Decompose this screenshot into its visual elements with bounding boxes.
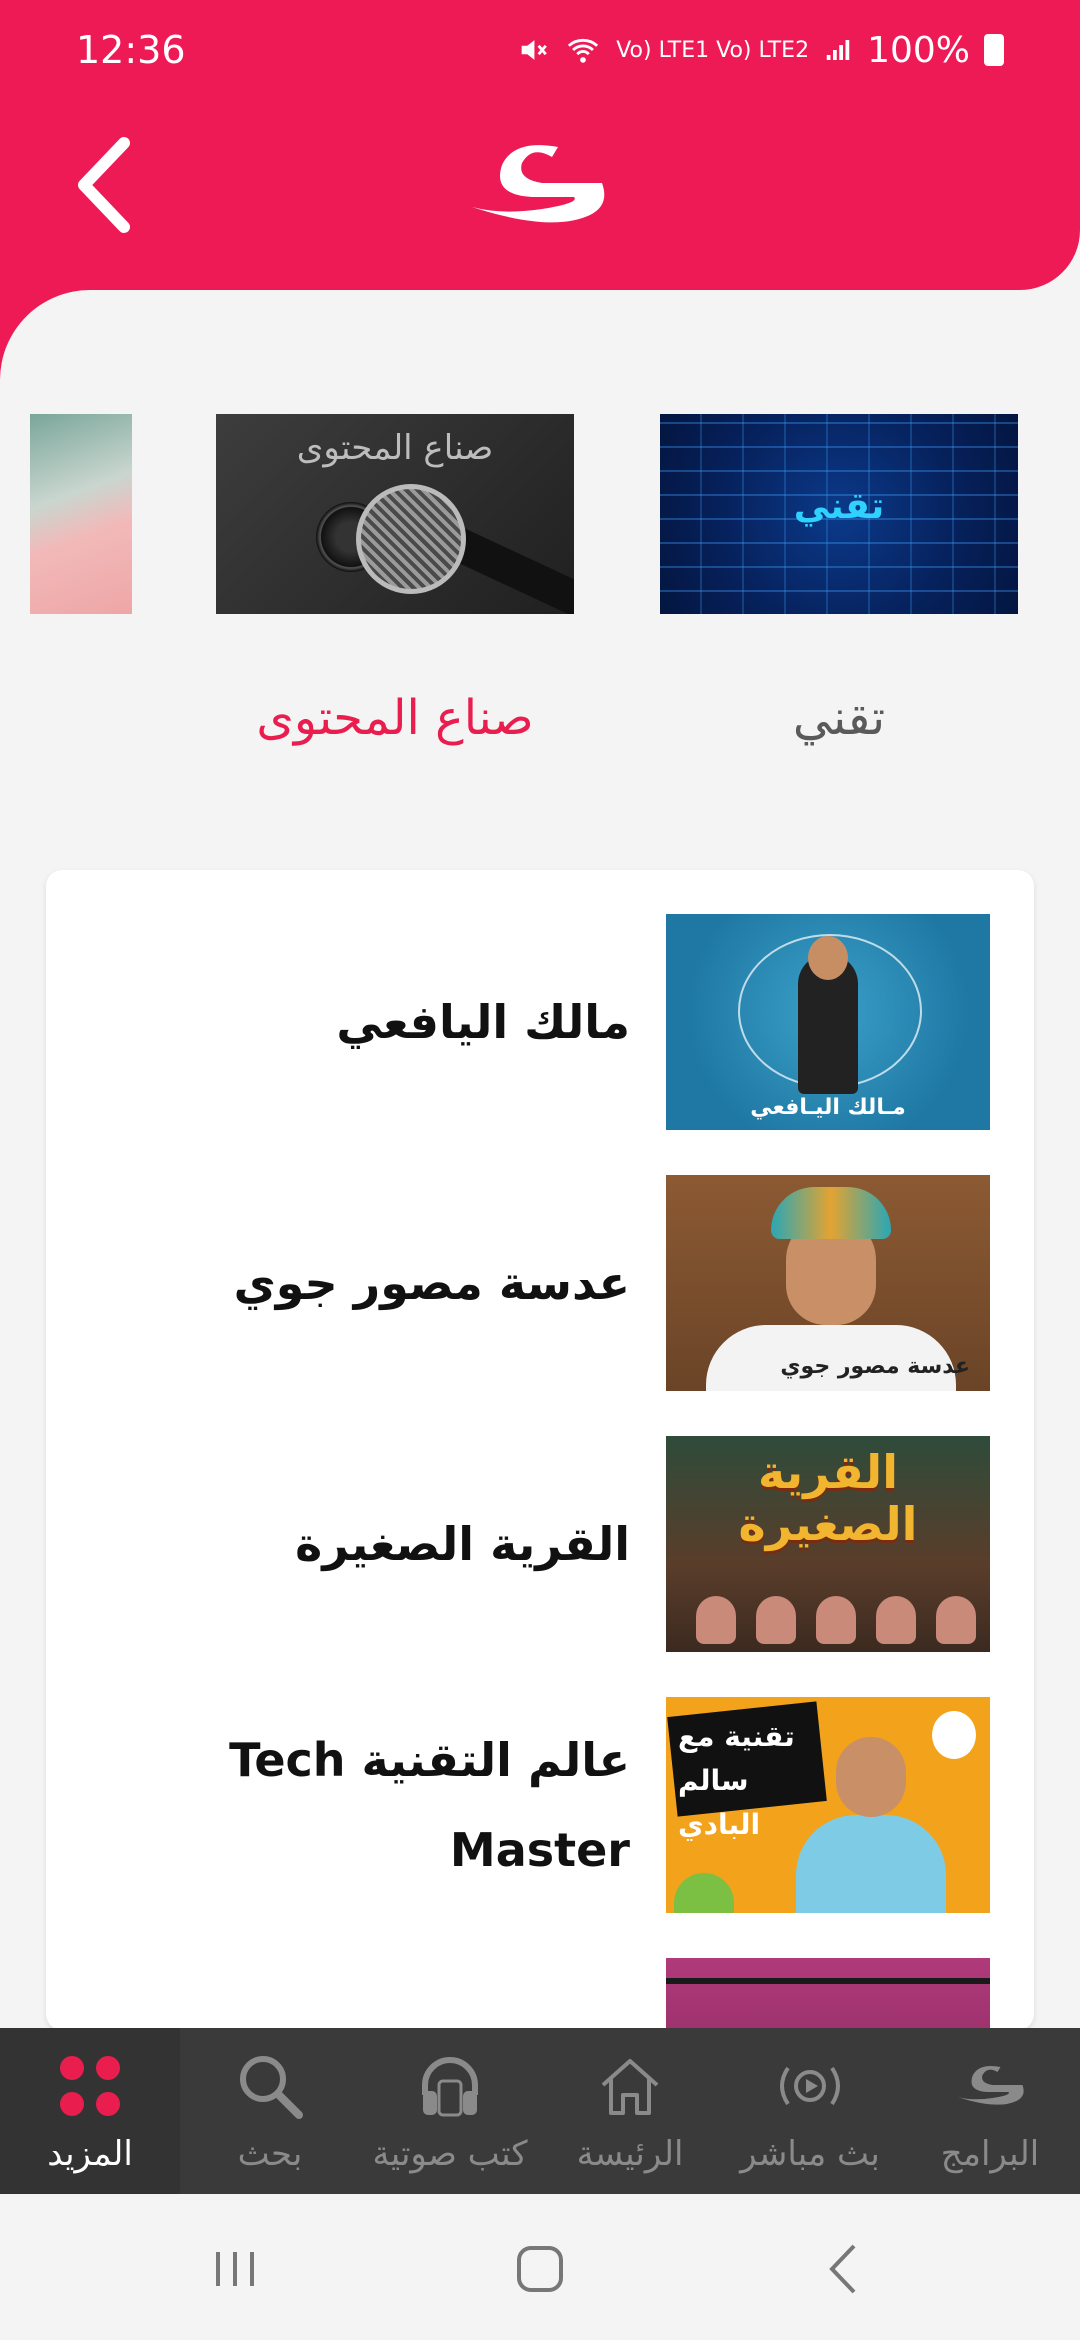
category-card-creators[interactable]: صناع المحتوى <box>216 414 574 614</box>
brand-logo <box>462 135 612 235</box>
thumbnail-caption: تقنية مع سالم البادي <box>678 1720 795 1841</box>
nav-label: بث مباشر <box>740 2134 880 2174</box>
program-thumbnail: مـالك اليـافعي <box>666 914 990 1130</box>
headphones-icon <box>422 2057 478 2117</box>
status-time: 12:36 <box>76 28 186 72</box>
more-dots-icon <box>60 2056 120 2116</box>
program-thumbnail: تقنية مع سالم البادي <box>666 1697 990 1913</box>
nav-label: الرئيسة <box>576 2134 684 2174</box>
list-item[interactable]: مـالك اليـافعي مالك اليافعي <box>46 914 1034 1130</box>
list-item[interactable]: القرية الصغيرة القرية الصغيرة <box>46 1436 1034 1652</box>
search-icon <box>240 2056 303 2119</box>
back-nav-icon[interactable] <box>810 2234 880 2304</box>
category-image-text: تقني <box>793 486 885 527</box>
bottom-navigation: البرامج بث مباشر الرئيسة كتب صوتية بحث ا… <box>0 2028 1080 2194</box>
nav-label: المزيد <box>47 2134 133 2174</box>
nav-label: كتب صوتية <box>372 2134 528 2174</box>
program-thumbnail: القرية الصغيرة <box>666 1436 990 1652</box>
android-logo-icon <box>674 1873 734 1913</box>
program-title: مالك اليافعي <box>336 995 630 1049</box>
nav-search[interactable]: بحث <box>180 2028 360 2194</box>
battery-percent: 100% <box>867 29 970 71</box>
back-button[interactable] <box>66 135 146 235</box>
status-indicators: Vo) LTE1 Vo) LTE2 100% <box>516 30 1004 71</box>
recent-apps-icon[interactable] <box>200 2234 270 2304</box>
nav-live[interactable]: بث مباشر <box>720 2028 900 2194</box>
thumbnail-caption: مـالك اليـافعي <box>750 1095 906 1120</box>
apple-logo-icon <box>932 1711 976 1759</box>
category-card-tech[interactable]: تقني <box>660 414 1018 614</box>
program-list: مـالك اليـافعي مالك اليافعي عدسة مصور جو… <box>46 870 1034 2030</box>
system-navigation <box>0 2194 1080 2340</box>
nav-label: البرامج <box>940 2134 1040 2174</box>
mute-icon <box>521 40 548 60</box>
category-label-creators[interactable]: صناع المحتوى <box>216 690 574 746</box>
signal-icon <box>826 40 850 60</box>
home-button-icon[interactable] <box>505 2234 575 2304</box>
battery-icon <box>984 34 1004 66</box>
nav-more[interactable]: المزيد <box>0 2028 180 2194</box>
microphone-head-graphic <box>356 484 466 594</box>
wifi-icon <box>568 38 599 63</box>
thumbnail-caption: عدسة مصور جوي <box>780 1354 970 1379</box>
program-thumbnail <box>666 1958 990 2030</box>
brand-logo-icon <box>472 145 605 223</box>
category-image-text: صناع المحتوى <box>296 428 494 468</box>
status-bar: 12:36 Vo) LTE1 Vo) LTE2 100% <box>0 0 1080 100</box>
nav-home[interactable]: الرئيسة <box>540 2028 720 2194</box>
nav-label: بحث <box>237 2134 303 2174</box>
program-title: عدسة مصور جوي <box>233 1256 630 1310</box>
programs-logo-icon <box>957 2066 1024 2105</box>
program-title: القرية الصغيرة <box>295 1517 630 1571</box>
live-broadcast-icon <box>780 2066 840 2106</box>
nav-programs[interactable]: البرامج <box>900 2028 1080 2194</box>
home-icon <box>601 2059 659 2115</box>
program-thumbnail: عدسة مصور جوي <box>666 1175 990 1391</box>
category-card-partial[interactable] <box>30 414 132 614</box>
chevron-left-icon <box>78 137 130 233</box>
network-label: Vo) LTE1 Vo) LTE2 <box>616 37 810 63</box>
list-item[interactable]: عدسة مصور جوي عدسة مصور جوي <box>46 1175 1034 1391</box>
thumbnail-caption: القرية الصغيرة <box>738 1445 918 1551</box>
nav-audiobooks[interactable]: كتب صوتية <box>360 2028 540 2194</box>
header-curve <box>0 290 180 470</box>
list-item[interactable]: تقنية مع سالم البادي عالم التقنية Tech M… <box>46 1697 1034 1913</box>
list-item[interactable] <box>46 1958 1034 2030</box>
category-label-tech[interactable]: تقني <box>660 690 1018 746</box>
program-title: عالم التقنية Tech Master <box>229 1733 630 1877</box>
